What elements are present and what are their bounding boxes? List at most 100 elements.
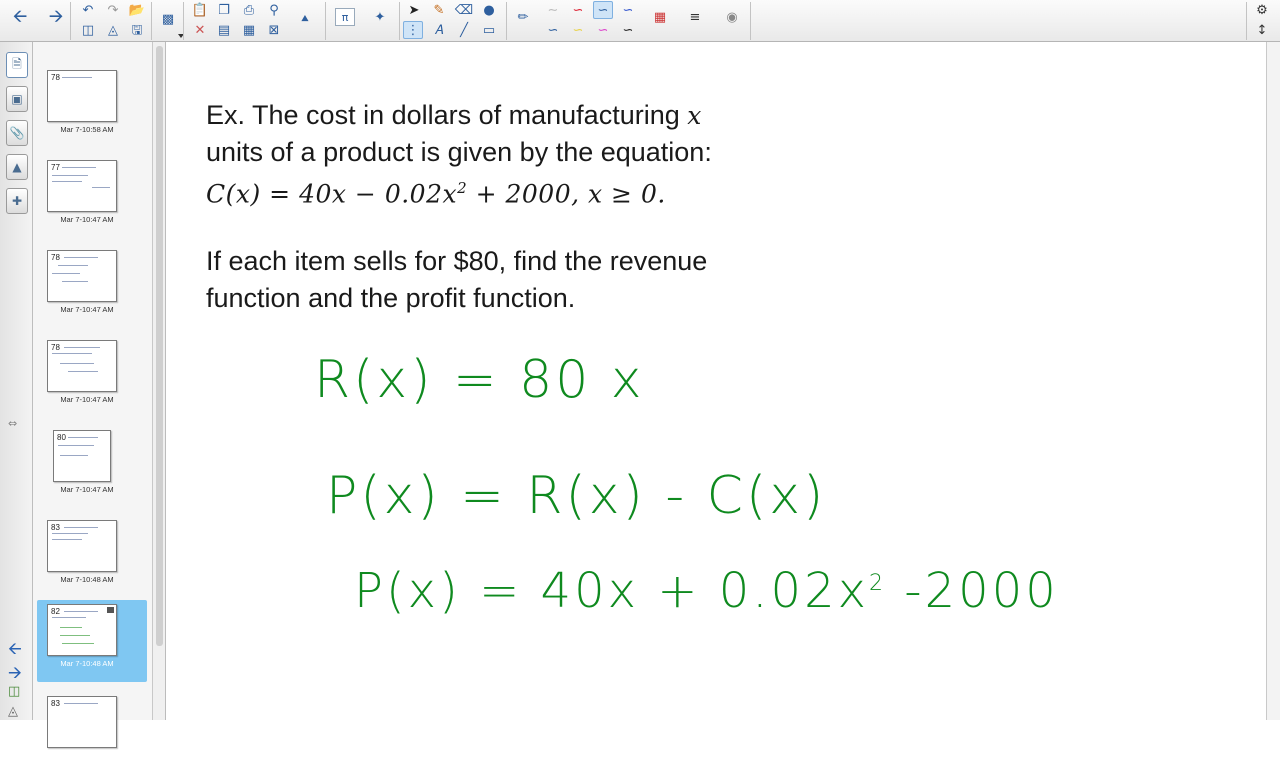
slide-thumbnail[interactable]: 80 Mar 7-10:47 AM	[37, 426, 147, 508]
pen-style-2-icon[interactable]: ∽	[568, 1, 588, 19]
sorter-scrollbar[interactable]	[153, 42, 166, 720]
page-sorter-tab-icon[interactable]: 🗎	[6, 52, 28, 78]
delete-page-icon[interactable]: ◬	[103, 21, 123, 39]
slide-preview: 78	[47, 70, 117, 122]
slide-thumbnail[interactable]: 78 Mar 7-10:58 AM	[37, 66, 147, 148]
slide-number: 78	[51, 73, 60, 82]
delete-page-icon[interactable]: ◬	[8, 704, 18, 719]
fill-icon[interactable]: ●	[479, 1, 499, 19]
pen-style-3-icon[interactable]: ∽	[593, 1, 613, 19]
pen-style-1-icon[interactable]: ∼	[543, 1, 563, 19]
problem-line-4: If each item sells for $80, find the rev…	[206, 246, 708, 276]
add-page-icon[interactable]: ◫	[78, 21, 98, 39]
back-arrow-icon[interactable]: 🡨	[10, 8, 30, 26]
open-file-icon[interactable]: 📂	[127, 1, 147, 19]
full-screen-icon[interactable]: ⊠	[264, 21, 284, 39]
shapes-icon[interactable]: ▭	[479, 21, 499, 39]
grid-icon[interactable]: ▦	[239, 21, 259, 39]
creative-pen-icon[interactable]: ✏	[513, 8, 533, 26]
slide-thumbnail[interactable]: 78 Mar 7-10:47 AM	[37, 246, 147, 328]
slide-timestamp: Mar 7-10:48 AM	[60, 575, 114, 584]
undo-icon[interactable]: ↶	[78, 1, 98, 19]
toolbar-separator	[399, 2, 400, 40]
toolbar-separator	[70, 2, 71, 40]
slide-number: 83	[51, 523, 60, 532]
extension-icon[interactable]: ✦	[370, 8, 390, 26]
redo-icon[interactable]: ↷	[103, 1, 123, 19]
pen-icon[interactable]: ✎	[429, 1, 449, 19]
slide-menu-icon[interactable]	[107, 607, 114, 613]
toolbar-separator	[506, 2, 507, 40]
profit-function-lhs: P(x) = 40x + 0.02x	[354, 563, 870, 619]
slide-thumbnail-selected[interactable]: 82 Mar 7-10:48 AM	[37, 600, 147, 682]
color-palette-icon[interactable]: ▦	[650, 8, 670, 26]
whiteboard-canvas[interactable]: Ex. The cost in dollars of manufacturing…	[166, 42, 1266, 720]
profit-function-rhs: -2000	[886, 563, 1059, 619]
problem-line-1: Ex. The cost in dollars of manufacturing…	[206, 97, 702, 134]
properties-tab-icon[interactable]: ▲	[6, 154, 28, 180]
toolbar-separator	[1246, 2, 1247, 40]
paste-icon[interactable]: 📋	[190, 1, 210, 19]
toolbar-separator	[183, 2, 184, 40]
pen-style-5-icon[interactable]: ∽	[543, 21, 563, 39]
pen-style-7-icon[interactable]: ∽	[593, 21, 613, 39]
delete-icon[interactable]: ✕	[190, 21, 210, 39]
move-toolbar-icon[interactable]: ↕	[1252, 21, 1272, 39]
handwritten-profit-function[interactable]: P(x) = 40x + 0.02x2 -2000	[354, 567, 1059, 615]
screen-shade-icon[interactable]: ▩	[158, 10, 178, 28]
settings-icon[interactable]: ⚙	[1252, 1, 1272, 19]
line-icon[interactable]: ╱	[454, 21, 474, 39]
slide-number: 78	[51, 343, 60, 352]
slide-preview: 83	[47, 696, 117, 748]
gallery-tab-icon[interactable]: ▣	[6, 86, 28, 112]
slide-preview: 78	[47, 340, 117, 392]
toolbar-separator	[750, 2, 751, 40]
slide-timestamp: Mar 7-10:58 AM	[60, 125, 114, 134]
attachments-tab-icon[interactable]: 📎	[6, 120, 28, 146]
slide-timestamp: Mar 7-10:47 AM	[60, 215, 114, 224]
slide-number: 77	[51, 163, 60, 172]
sorter-scrollbar-thumb[interactable]	[156, 46, 163, 646]
pen-style-4-icon[interactable]: ∽	[618, 1, 638, 19]
save-icon[interactable]: 🖫	[127, 21, 147, 39]
addons-tab-icon[interactable]: ✚	[6, 188, 28, 214]
slide-thumbnail[interactable]: 77 Mar 7-10:47 AM	[37, 156, 147, 238]
clone-icon[interactable]: ❐	[214, 1, 234, 19]
pen-style-6-icon[interactable]: ∽	[568, 21, 588, 39]
handwritten-profit-definition[interactable]: P(x) = R(x) - C(x)	[326, 470, 826, 522]
transparency-icon[interactable]: ◉	[722, 8, 742, 26]
slide-timestamp: Mar 7-10:47 AM	[60, 395, 114, 404]
slide-timestamp: Mar 7-10:48 AM	[60, 659, 114, 668]
math-tools-icon[interactable]: π	[335, 8, 355, 26]
toolbar-separator	[325, 2, 326, 40]
cost-equation-lhs: C(x) = 40x − 0.02x	[206, 179, 458, 209]
slide-preview: 80	[53, 430, 111, 482]
text-icon[interactable]: 𝐴	[429, 21, 449, 39]
eraser-icon[interactable]: ⌫	[454, 1, 474, 19]
properties-icon[interactable]: ⯅	[295, 10, 315, 28]
handwritten-revenue-function[interactable]: R(x) = 80 x	[314, 354, 645, 406]
canvas-scrollbar[interactable]	[1266, 42, 1280, 720]
slide-timestamp: Mar 7-10:47 AM	[60, 485, 114, 494]
slide-number: 80	[57, 433, 66, 442]
table-icon[interactable]: ▤	[214, 21, 234, 39]
line-style-icon[interactable]: ≡	[685, 8, 705, 26]
profit-function-exponent: 2	[869, 571, 887, 596]
pens-icon[interactable]: ⋮	[403, 21, 423, 39]
select-arrow-icon[interactable]: ➤	[404, 1, 424, 19]
slide-thumbnail[interactable]: 83	[37, 692, 147, 774]
cost-equation-rhs: + 2000, x ≥ 0.	[467, 179, 666, 209]
slide-thumbnail[interactable]: 83 Mar 7-10:48 AM	[37, 516, 147, 598]
slide-preview: 77	[47, 160, 117, 212]
screen-capture-icon[interactable]: ⚲	[264, 1, 284, 19]
collapse-arrows-icon[interactable]: ⇔	[8, 417, 17, 430]
side-tab-strip: 🗎 ▣ 📎 ▲ ✚ ⇔ 🡨 🡪 ◫ ◬	[0, 42, 33, 720]
pen-style-8-icon[interactable]: ∽	[618, 21, 638, 39]
slide-number: 82	[51, 607, 60, 616]
forward-arrow-icon[interactable]: 🡪	[46, 8, 66, 26]
cost-equation: C(x) = 40x − 0.02x2 + 2000, x ≥ 0.	[206, 170, 666, 212]
slide-thumbnail[interactable]: 78 Mar 7-10:47 AM	[37, 336, 147, 418]
slide-preview: 83	[47, 520, 117, 572]
capture-icon[interactable]: ⎙	[239, 1, 259, 19]
add-page-icon[interactable]: ◫	[8, 684, 20, 699]
